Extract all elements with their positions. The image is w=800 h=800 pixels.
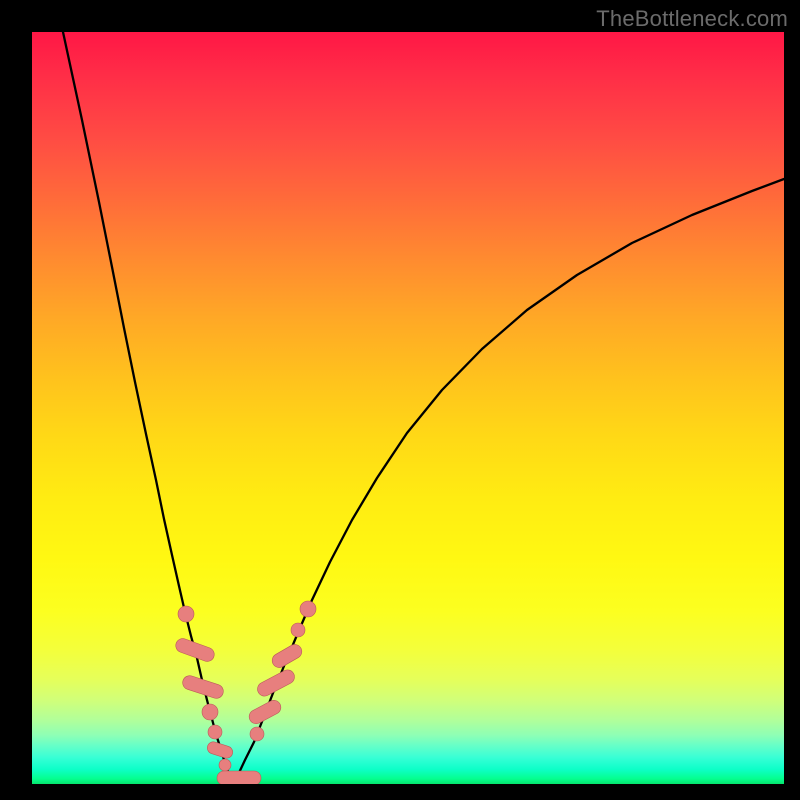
chart-frame: TheBottleneck.com [0, 0, 800, 800]
marker-dot [178, 606, 194, 622]
marker-pill [181, 674, 225, 700]
marker-pill [247, 698, 284, 726]
curve-right-branch [237, 179, 784, 777]
plot-area [32, 32, 784, 784]
marker-dot [250, 727, 264, 741]
data-markers [174, 601, 316, 784]
marker-pill [217, 771, 261, 784]
marker-dot [202, 704, 218, 720]
marker-dot [219, 759, 231, 771]
watermark-text: TheBottleneck.com [596, 6, 788, 32]
marker-pill [255, 667, 297, 698]
marker-dot [300, 601, 316, 617]
marker-pill [174, 637, 216, 664]
marker-pill [270, 642, 305, 670]
chart-overlay [32, 32, 784, 784]
marker-dot [291, 623, 305, 637]
curve-left-branch [63, 32, 230, 777]
marker-dot [208, 725, 222, 739]
